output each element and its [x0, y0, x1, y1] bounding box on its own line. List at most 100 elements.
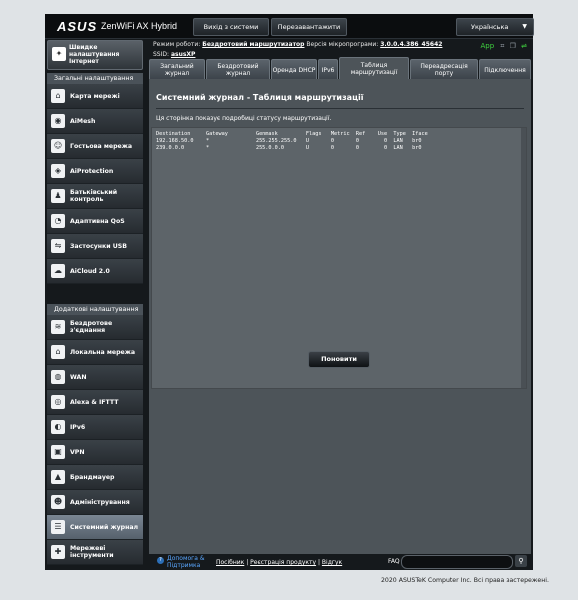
mode-label: Режим роботи:: [153, 41, 201, 48]
sidebar-item-vpn[interactable]: ▣ VPN: [47, 440, 143, 465]
general-settings-group: Загальні налаштування ⌂ Карта мережі ◉ A…: [47, 73, 143, 284]
protection-icon: ◈: [51, 164, 65, 178]
vpn-icon: ▣: [51, 445, 65, 459]
sidebar-item-administration[interactable]: ☻ Адміністрування: [47, 490, 143, 515]
routing-table-log[interactable]: Destination Gateway Genmask Flags Metric…: [151, 127, 527, 389]
registration-link[interactable]: Реєстрація продукту: [250, 559, 316, 566]
sidebar-item-aiprotection[interactable]: ◈ AiProtection: [47, 159, 143, 184]
asus-logo[interactable]: ASUS: [57, 19, 97, 34]
routing-table-text: Destination Gateway Genmask Flags Metric…: [156, 131, 428, 151]
mode-link[interactable]: Бездротовий маршрутизатор: [202, 41, 304, 48]
language-select[interactable]: Українська ▼: [456, 18, 534, 36]
tab-dhcp-leases[interactable]: Оренда DHCP: [271, 59, 317, 80]
logout-button[interactable]: Вихід з системи: [193, 18, 269, 36]
sidebar-item-label: Адаптивна QoS: [70, 217, 125, 225]
sidebar-item-label: AiProtection: [70, 167, 114, 175]
general-settings-header: Загальні налаштування: [47, 73, 143, 84]
ipv6-icon: ◐: [51, 420, 65, 434]
copyright: 2020 ASUSTeK Computer Inc. Всі права зас…: [381, 577, 549, 584]
sidebar-item-label: IPv6: [70, 423, 86, 431]
sidebar-item-aicloud[interactable]: ☁ AiCloud 2.0: [47, 259, 143, 284]
feedback-link[interactable]: Відгук: [322, 559, 342, 566]
wifi-icon: ≋: [51, 320, 65, 334]
main-content: Системний журнал - Таблиця маршрутизації…: [149, 79, 531, 554]
aimesh-icon: ◉: [51, 114, 65, 128]
copy-status-icon[interactable]: ❐: [510, 42, 516, 50]
help-support-label: Допомога & Підтримка: [167, 555, 205, 569]
status-icons: App ⌗ ❐ ⇌: [481, 42, 528, 51]
footer: ? Допомога & Підтримка Посібник | Реєстр…: [149, 552, 533, 570]
sidebar-item-ipv6[interactable]: ◐ IPv6: [47, 415, 143, 440]
firmware-link[interactable]: 3.0.0.4.386_45642: [380, 41, 442, 48]
sidebar-item-label: AiCloud 2.0: [70, 267, 110, 275]
router-frame: ASUS ZenWiFi AX Hybrid Вихід з системи П…: [45, 14, 534, 570]
tab-connections[interactable]: Підключення: [479, 59, 531, 80]
qos-icon: ◔: [51, 214, 65, 228]
sidebar-item-label: Адміністрування: [70, 498, 130, 506]
sidebar-item-network-tools[interactable]: ✚ Мережеві інструменти: [47, 540, 143, 565]
firmware-label: Версія мікропрограми:: [306, 41, 379, 48]
tools-icon: ✚: [51, 545, 65, 559]
faq-label: FAQ: [388, 558, 400, 565]
sidebar-item-label: Застосунки USB: [70, 242, 127, 250]
alexa-icon: ◎: [51, 395, 65, 409]
sidebar-item-alexa-ifttt[interactable]: ◎ Alexa & IFTTT: [47, 390, 143, 415]
search-icon[interactable]: ⚲: [515, 555, 527, 567]
advanced-settings-group: Додаткові налаштування ≋ Бездротове з'єд…: [47, 304, 143, 565]
sidebar-item-guest-network[interactable]: ☺ Гостьова мережа: [47, 134, 143, 159]
faq-search-input[interactable]: [401, 555, 513, 569]
sidebar-item-parental-control[interactable]: ♟ Батьківський контроль: [47, 184, 143, 209]
sidebar-item-label: Локальна мережа: [70, 348, 136, 356]
sidebar-item-network-map[interactable]: ⌂ Карта мережі: [47, 84, 143, 109]
usb-status-icon[interactable]: ⇌: [521, 42, 527, 50]
network-status-icon[interactable]: ⌗: [500, 42, 504, 50]
chevron-down-icon: ▼: [522, 23, 527, 30]
page-title: Системний журнал - Таблиця маршрутизації: [156, 93, 364, 102]
sidebar-item-label: Бездротове з'єднання: [70, 320, 113, 334]
wan-icon: ◍: [51, 370, 65, 384]
tab-wireless-log[interactable]: Бездротовий журнал: [206, 59, 270, 80]
sidebar-item-label: Батьківський контроль: [70, 189, 118, 203]
language-value: Українська: [471, 23, 509, 31]
sidebar-item-adaptive-qos[interactable]: ◔ Адаптивна QoS: [47, 209, 143, 234]
sidebar-item-firewall[interactable]: ▲ Брандмауер: [47, 465, 143, 490]
sidebar-item-label: AiMesh: [70, 117, 96, 125]
log-scrollbar[interactable]: [521, 128, 526, 388]
sidebar-item-wireless[interactable]: ≋ Бездротове з'єднання: [47, 315, 143, 340]
quick-setup-label: Швидке налаштування Інтернет: [69, 44, 120, 65]
cloud-icon: ☁: [51, 264, 65, 278]
tab-ipv6[interactable]: IPv6: [318, 59, 338, 80]
sidebar-item-label: Карта мережі: [70, 92, 120, 100]
guest-icon: ☺: [51, 139, 65, 153]
wizard-icon: ✦: [52, 47, 66, 61]
sidebar-item-label: VPN: [70, 448, 85, 456]
admin-icon: ☻: [51, 495, 65, 509]
footer-links: Посібник | Реєстрація продукту | Відгук: [216, 559, 343, 566]
app-link[interactable]: App: [481, 42, 495, 50]
sidebar-item-label: Брандмауер: [70, 473, 115, 481]
sidebar-item-lan[interactable]: ⌂ Локальна мережа: [47, 340, 143, 365]
refresh-button[interactable]: Поновити: [308, 351, 370, 368]
sidebar-item-aimesh[interactable]: ◉ AiMesh: [47, 109, 143, 134]
firewall-icon: ▲: [51, 470, 65, 484]
ssid-label: SSID:: [153, 51, 170, 58]
tab-routing-table[interactable]: Таблиця маршрутизації: [339, 57, 409, 80]
tab-general-log[interactable]: Загальний журнал: [149, 59, 205, 80]
divider: [156, 108, 524, 109]
ssid-value[interactable]: asusXP: [171, 51, 196, 58]
sidebar-item-wan[interactable]: ◍ WAN: [47, 365, 143, 390]
help-icon: ?: [157, 557, 164, 564]
tab-port-forwarding[interactable]: Переадресація порту: [410, 59, 478, 80]
advanced-settings-header: Додаткові налаштування: [47, 304, 143, 315]
sidebar-item-label: Гостьова мережа: [70, 142, 133, 150]
sidebar-item-label: Alexa & IFTTT: [70, 398, 119, 406]
map-icon: ⌂: [51, 89, 65, 103]
sidebar-item-label: WAN: [70, 373, 87, 381]
sidebar-item-system-log[interactable]: ☰ Системний журнал: [47, 515, 143, 540]
manual-link[interactable]: Посібник: [216, 559, 244, 566]
sidebar-item-usb-apps[interactable]: ⇋ Застосунки USB: [47, 234, 143, 259]
product-name: ZenWiFi AX Hybrid: [101, 21, 178, 31]
quick-setup-button[interactable]: ✦ Швидке налаштування Інтернет: [47, 40, 143, 70]
reboot-button[interactable]: Перезавантажити: [271, 18, 347, 36]
log-icon: ☰: [51, 520, 65, 534]
